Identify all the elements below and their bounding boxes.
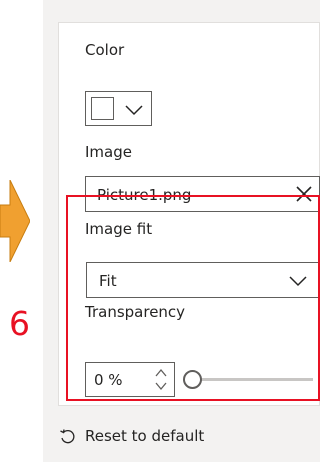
undo-icon	[60, 428, 75, 443]
step-number-label: 6	[9, 304, 30, 343]
reset-label: Reset to default	[85, 427, 205, 445]
color-picker[interactable]	[85, 91, 152, 126]
color-label: Color	[85, 41, 125, 59]
color-swatch	[91, 97, 114, 120]
image-label: Image	[85, 143, 132, 161]
arrow-pointer-icon	[0, 180, 30, 262]
highlight-box	[66, 195, 320, 401]
chevron-down-icon	[125, 105, 143, 116]
reset-to-default-button[interactable]: Reset to default	[59, 425, 204, 447]
